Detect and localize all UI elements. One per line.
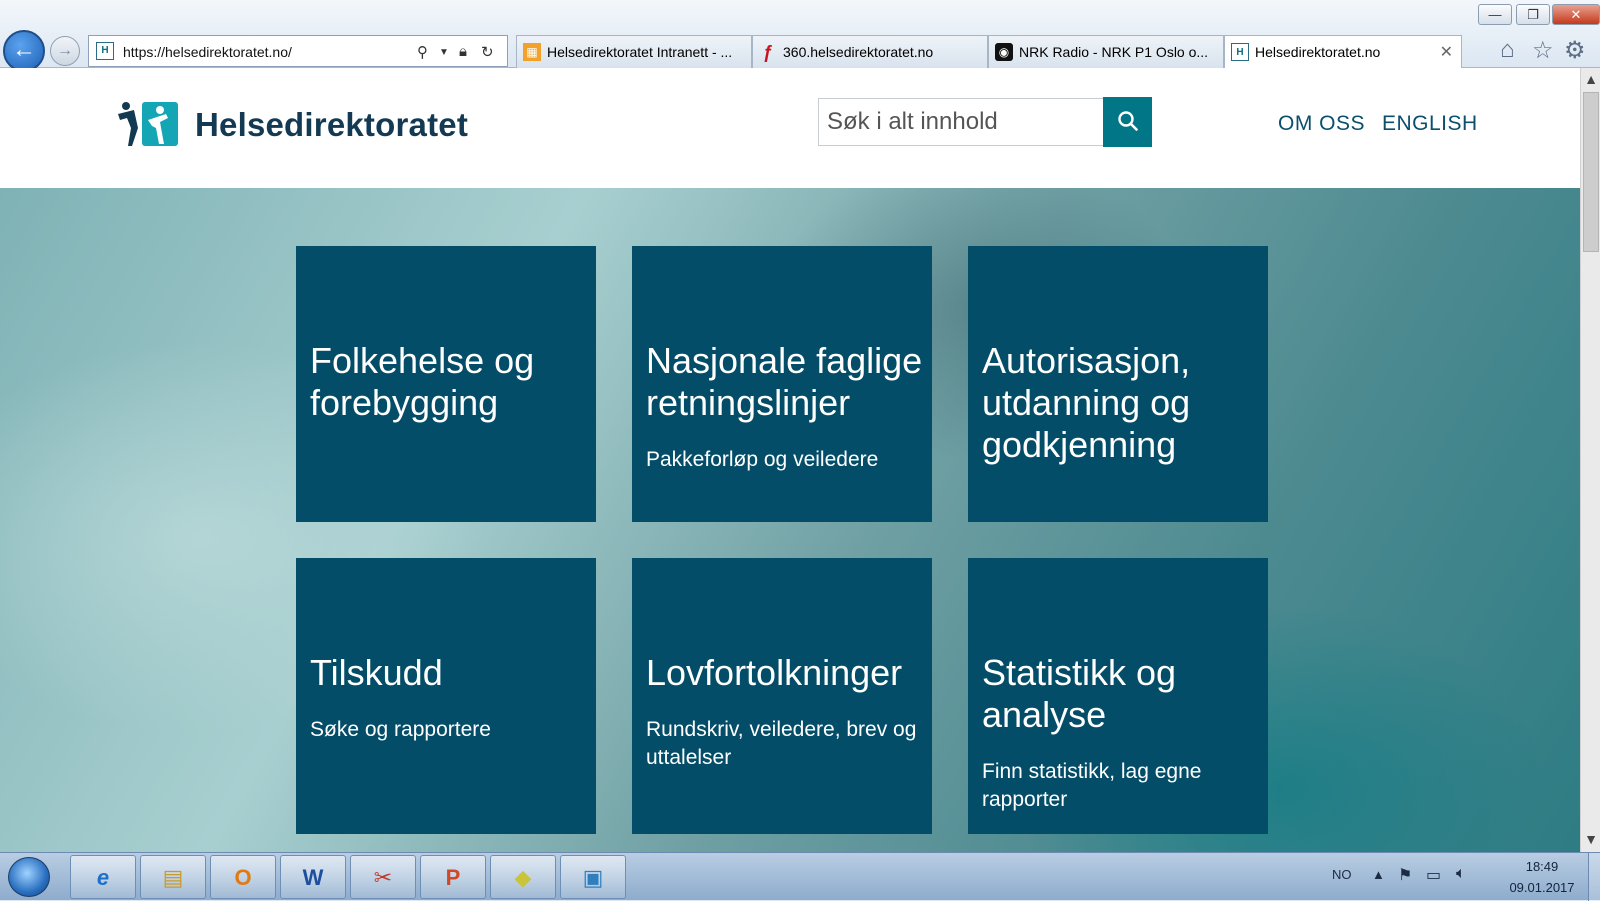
tab-nrk-radio[interactable]: ◉ NRK Radio - NRK P1 Oslo o... <box>988 35 1224 68</box>
tab-title: Helsedirektoratet.no <box>1255 44 1381 60</box>
forward-button[interactable]: → <box>50 36 80 66</box>
tile-title: Statistikk og analyse <box>982 652 1177 735</box>
search-icon[interactable]: ⚲ <box>417 43 428 61</box>
scroll-down-arrow-icon[interactable]: ▼ <box>1581 828 1600 850</box>
logo-text[interactable]: Helsedirektoratet <box>195 106 468 144</box>
address-bar[interactable]: H https://helsedirektoratet.no/ ⚲ ▼ 🔒︎ ↻ <box>88 35 508 67</box>
language-indicator[interactable]: NO <box>1332 867 1352 882</box>
tile-subtitle: Finn statistikk, lag egne rapporter <box>982 760 1202 811</box>
taskbar-sticky-notes[interactable]: ◆ <box>490 855 556 899</box>
volume-icon[interactable]: 🔈︎ <box>1456 865 1466 883</box>
taskbar-outlook[interactable]: O <box>210 855 276 899</box>
restore-button[interactable]: ❐ <box>1516 4 1550 25</box>
arrow-right-icon: → <box>57 42 73 59</box>
tile-tilskudd[interactable]: Tilskudd Søke og rapportere <box>296 558 596 834</box>
nrk-radio-icon: ◉ <box>995 43 1013 61</box>
tile-autorisasjon[interactable]: Autorisasjon, utdanning og godkjenning <box>968 246 1268 522</box>
tile-subtitle: Søke og rapportere <box>310 718 491 741</box>
network-icon[interactable]: ▭ <box>1426 865 1441 885</box>
hero-background: Folkehelse og forebygging Nasjonale fagl… <box>0 188 1580 852</box>
tab-title: Helsedirektoratet Intranett - ... <box>547 44 733 60</box>
favorites-star-icon[interactable]: ☆ <box>1532 36 1554 65</box>
web-page: Helsedirektoratet OM OSS ENGLISH Folkehe… <box>0 68 1580 852</box>
action-center-flag-icon[interactable]: ⚑ <box>1398 865 1412 885</box>
helsedirektoratet-favicon: H <box>96 42 114 60</box>
tab-360[interactable]: ƒ 360.helsedirektoratet.no <box>752 35 988 68</box>
dropdown-arrow-icon[interactable]: ▼ <box>439 47 449 58</box>
vertical-scrollbar[interactable]: ▲ ▼ <box>1580 68 1600 852</box>
tile-title: Nasjonale faglige retningslinjer <box>646 340 923 423</box>
helsedirektoratet-logo-icon[interactable] <box>116 100 180 148</box>
back-button[interactable]: ← <box>3 30 45 72</box>
tab-intranet[interactable]: ▦ Helsedirektoratet Intranett - ... <box>516 35 752 68</box>
scrollbar-thumb[interactable] <box>1583 92 1599 252</box>
taskbar-file-explorer[interactable]: ▤ <box>140 855 206 899</box>
search-icon <box>1117 110 1138 131</box>
tab-title: 360.helsedirektoratet.no <box>783 44 934 60</box>
arrow-left-icon: ← <box>12 36 36 63</box>
home-icon[interactable]: ⌂ <box>1500 36 1515 64</box>
clock-time[interactable]: 18:49 <box>1507 859 1577 874</box>
tile-retningslinjer[interactable]: Nasjonale faglige retningslinjer Pakkefo… <box>632 246 932 522</box>
tab-title: NRK Radio - NRK P1 Oslo o... <box>1019 44 1209 60</box>
tile-title: Folkehelse og forebygging <box>310 340 535 423</box>
tile-title: Tilskudd <box>310 652 443 693</box>
tile-subtitle: Pakkeforløp og veiledere <box>646 448 879 471</box>
tools-gear-icon[interactable]: ⚙ <box>1564 36 1586 65</box>
tile-folkehelse[interactable]: Folkehelse og forebygging <box>296 246 596 522</box>
tile-statistikk[interactable]: Statistikk og analyse Finn statistikk, l… <box>968 558 1268 834</box>
intranet-icon: ▦ <box>523 43 541 61</box>
tile-title: Autorisasjon, utdanning og godkjenning <box>982 340 1191 465</box>
refresh-icon[interactable]: ↻ <box>481 43 494 61</box>
taskbar-snipping-tool[interactable]: ✂ <box>350 855 416 899</box>
taskbar-internet-explorer[interactable]: e <box>70 855 136 899</box>
lock-icon[interactable]: 🔒︎ <box>459 43 467 60</box>
browser-chrome: — ❐ ✕ ← → H https://helsedirektoratet.no… <box>0 0 1600 72</box>
tile-lovfortolkninger[interactable]: Lovfortolkninger Rundskriv, veiledere, b… <box>632 558 932 834</box>
search-button[interactable] <box>1103 97 1152 147</box>
site-header: Helsedirektoratet OM OSS ENGLISH <box>0 68 1580 188</box>
show-hidden-icons-icon[interactable]: ▲ <box>1372 867 1385 882</box>
show-desktop-button[interactable] <box>1588 853 1600 901</box>
tab-helsedirektoratet[interactable]: H Helsedirektoratet.no ✕ <box>1224 35 1462 68</box>
360-icon: ƒ <box>762 42 773 62</box>
taskbar-word[interactable]: W <box>280 855 346 899</box>
taskbar-powerpoint[interactable]: P <box>420 855 486 899</box>
taskbar-remote-desktop[interactable]: ▣ <box>560 855 626 899</box>
tile-subtitle: Rundskriv, veiledere, brev og uttalelser <box>646 718 917 769</box>
scroll-up-arrow-icon[interactable]: ▲ <box>1581 68 1600 90</box>
nav-link-english[interactable]: ENGLISH <box>1382 112 1478 136</box>
minimize-button[interactable]: — <box>1478 4 1512 25</box>
close-window-button[interactable]: ✕ <box>1552 4 1600 25</box>
helsedirektoratet-favicon: H <box>1231 43 1249 61</box>
address-url[interactable]: https://helsedirektoratet.no/ <box>123 44 292 60</box>
close-tab-icon[interactable]: ✕ <box>1440 42 1453 62</box>
taskbar: e ▤ O W ✂ P ◆ ▣ NO ▲ ⚑ ▭ 🔈︎ 18:49 09.01.… <box>0 852 1600 901</box>
nav-link-om-oss[interactable]: OM OSS <box>1278 112 1365 136</box>
search-input[interactable] <box>818 98 1104 146</box>
tile-title: Lovfortolkninger <box>646 652 903 693</box>
start-button[interactable] <box>8 857 50 897</box>
clock-date[interactable]: 09.01.2017 <box>1502 880 1582 895</box>
